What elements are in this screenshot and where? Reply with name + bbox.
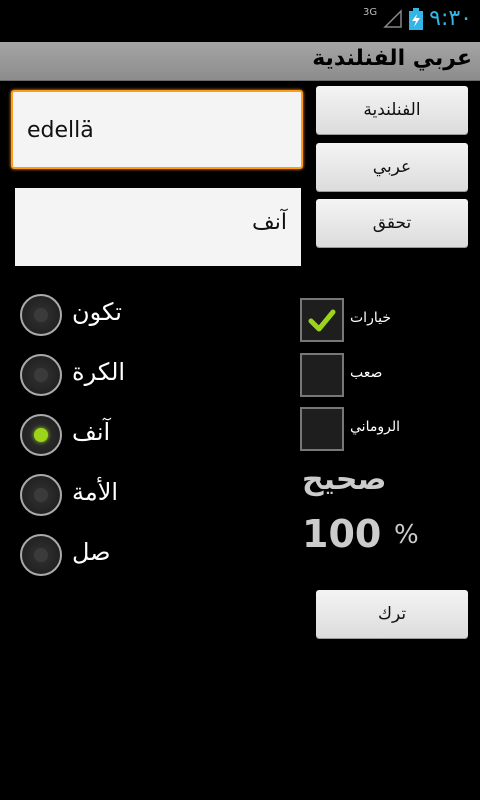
radio-dot <box>34 488 48 502</box>
signal-icon <box>383 8 403 29</box>
app-title-bar: عربي الفنلندية <box>0 42 480 81</box>
score-percent-sign: % <box>394 520 419 550</box>
radio-dot <box>34 368 48 382</box>
answer-field: آنف <box>15 188 301 266</box>
clock: ٩:٣٠ <box>429 6 472 31</box>
option-romanized[interactable]: الروماني <box>298 407 468 453</box>
score-value: 100 <box>302 512 382 556</box>
finnish-button[interactable]: الفنلندية <box>316 86 468 134</box>
check-button[interactable]: تحقق <box>316 199 468 247</box>
options-checkbox[interactable] <box>300 298 344 342</box>
status-bar: 3G ٩:٣٠ <box>0 0 480 40</box>
romanized-checkbox[interactable] <box>300 407 344 451</box>
app-title: عربي الفنلندية <box>312 46 472 71</box>
radio-button[interactable] <box>20 474 62 516</box>
choice-label: آنف <box>72 418 111 446</box>
status-icons: 3G ٩:٣٠ <box>363 6 472 31</box>
radio-dot <box>34 548 48 562</box>
choice-row[interactable]: الكرة <box>20 354 280 400</box>
radio-dot <box>34 308 48 322</box>
radio-button-selected[interactable] <box>20 414 62 456</box>
option-hard[interactable]: صعب <box>298 353 468 399</box>
network-type-label: 3G <box>363 7 378 18</box>
choice-label: صل <box>72 538 111 566</box>
leave-button[interactable]: ترك <box>316 590 468 638</box>
choice-row[interactable]: آنف <box>20 414 280 460</box>
radio-button[interactable] <box>20 294 62 336</box>
options-label: خيارات <box>350 310 391 326</box>
choice-row[interactable]: صل <box>20 534 280 580</box>
hard-checkbox[interactable] <box>300 353 344 397</box>
battery-charging-icon <box>409 7 424 30</box>
correct-label: صحيح <box>302 462 387 497</box>
choice-label: الكرة <box>72 358 126 386</box>
radio-button[interactable] <box>20 354 62 396</box>
romanized-label: الروماني <box>350 419 400 435</box>
checkmark-icon <box>308 309 336 332</box>
radio-button[interactable] <box>20 534 62 576</box>
word-input[interactable]: edellä <box>11 90 303 169</box>
choice-row[interactable]: الأمة <box>20 474 280 520</box>
hard-label: صعب <box>350 365 383 381</box>
choice-row[interactable]: تكون <box>20 294 280 340</box>
option-options[interactable]: خيارات <box>298 298 468 344</box>
choice-label: تكون <box>72 298 122 326</box>
radio-dot <box>34 428 48 442</box>
choice-label: الأمة <box>72 478 119 506</box>
arabic-button[interactable]: عربي <box>316 143 468 191</box>
